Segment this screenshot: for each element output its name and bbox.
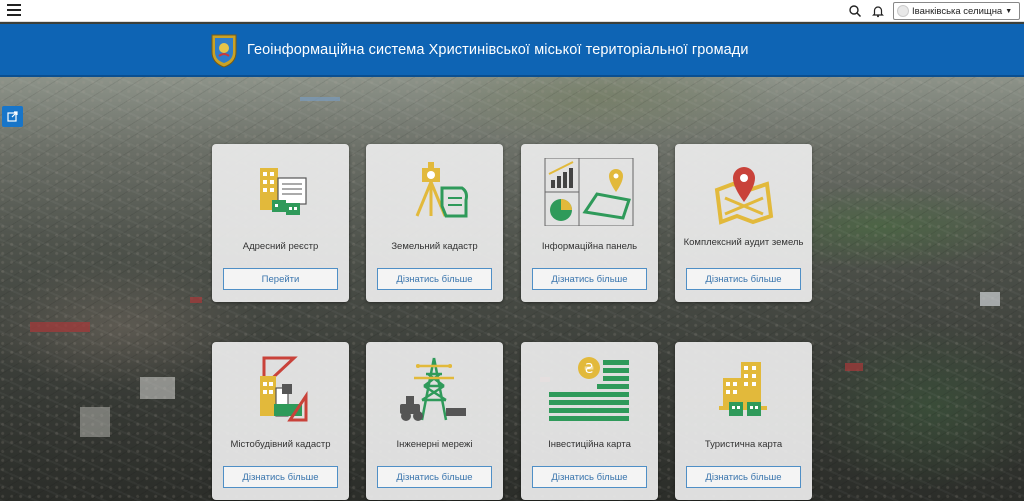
coat-of-arms-logo [211,34,237,68]
share-button[interactable] [2,106,23,127]
card-label: Інвестиційна карта [548,439,631,450]
dashboard-icon [544,158,634,226]
land-cadastre-icon [415,162,468,218]
tourist-map-icon [719,362,767,416]
engineering-networks-icon [400,357,466,421]
go-button[interactable]: Перейти [223,268,338,290]
learn-more-button[interactable]: Дізнатись більше [377,466,492,488]
card-engineering-networks: Інженерні мережі Дізнатись більше [366,342,503,500]
user-name: Іванківська селищна [912,5,1003,17]
caret-down-icon: ▼ [1005,7,1013,15]
urban-cadastre-icon [260,356,308,422]
card-label: Комплексний аудит земель [683,237,804,248]
card-label: Містобудівний кадастр [230,439,331,450]
card-urban-cadastre: Містобудівний кадастр Дізнатись більше [212,342,349,500]
learn-more-button[interactable]: Дізнатись більше [532,466,647,488]
card-tourist-map: Туристична карта Дізнатись більше [675,342,812,500]
menu-icon[interactable] [7,4,21,17]
learn-more-button[interactable]: Дізнатись більше [686,466,801,488]
learn-more-button[interactable]: Дізнатись більше [377,268,492,290]
bell-icon[interactable] [871,4,885,18]
card-land-audit: Комплексний аудит земель Дізнатись більш… [675,144,812,302]
card-label: Інформаційна панель [541,241,638,252]
card-dashboard: Інформаційна панель Дізнатись більше [521,144,658,302]
investment-map-icon: ₴ [549,357,629,421]
card-label: Туристична карта [704,439,783,450]
card-label: Земельний кадастр [391,241,478,252]
card-address-registry: Адресний реєстр Перейти [212,144,349,302]
hero-aerial-background [0,77,1024,501]
address-registry-icon [260,168,307,215]
avatar [897,5,909,17]
learn-more-button[interactable]: Дізнатись більше [532,268,647,290]
search-icon[interactable] [848,4,862,18]
learn-more-button[interactable]: Дізнатись більше [223,466,338,488]
card-label: Інженерні мережі [396,439,473,450]
top-bar: Іванківська селищна ▼ [0,0,1024,22]
learn-more-button[interactable]: Дізнатись більше [686,268,801,290]
svg-text:₴: ₴ [584,362,594,377]
external-link-icon [7,111,18,122]
user-account-button[interactable]: Іванківська селищна ▼ [893,2,1020,20]
site-header: Геоінформаційна система Христинівської м… [0,24,1024,77]
card-label: Адресний реєстр [242,241,319,252]
page-title: Геоінформаційна система Христинівської м… [247,42,749,58]
card-investment-map: ₴ Інвестиційна карта Дізнатись більше [521,342,658,500]
land-audit-icon [714,167,774,225]
card-land-cadastre: Земельний кадастр Дізнатись більше [366,144,503,302]
